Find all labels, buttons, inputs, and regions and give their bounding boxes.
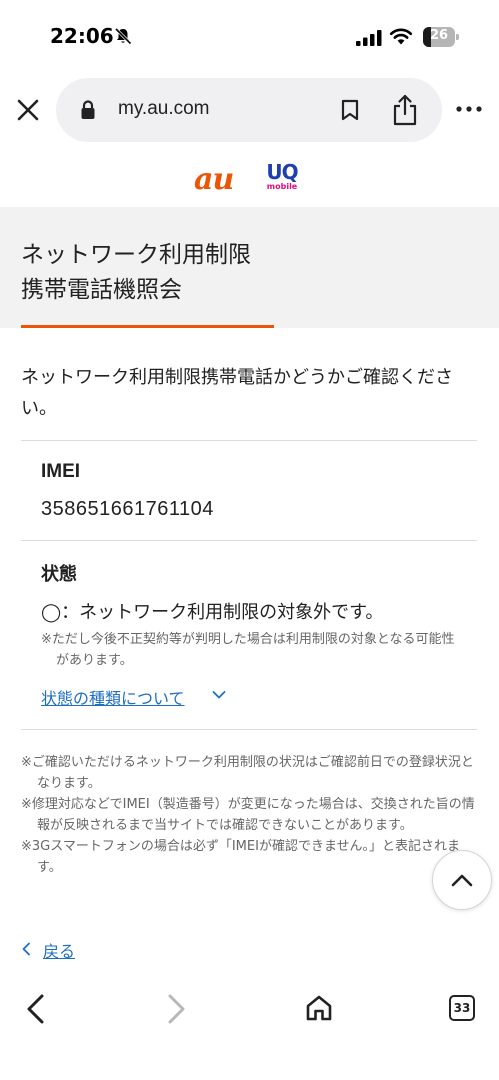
more-icon[interactable] xyxy=(455,99,483,119)
divider xyxy=(21,729,477,730)
status-note: ※ただし今後不正契約等が判明した場合は利用制限の対象となる可能性があります。 xyxy=(41,632,455,668)
imei-value: 358651661761104 xyxy=(41,498,214,520)
page-title-line2: 携帯電話機照会 xyxy=(21,277,182,303)
lock-icon xyxy=(81,100,95,119)
status-label: 状態 xyxy=(41,564,77,585)
status-value: ◯：ネットワーク利用制限の対象外です。 xyxy=(41,602,384,623)
note-item: ※修理対応などでIMEI（製造番号）が変更になった場合は、交換された旨の情報が反… xyxy=(21,797,475,833)
back-arrow-icon[interactable] xyxy=(24,994,46,1024)
page-title-band: ネットワーク利用制限 携帯電話機照会 xyxy=(0,207,499,328)
url-field[interactable]: my.au.com xyxy=(56,78,442,142)
battery-level-text: 26 xyxy=(429,28,449,43)
url-text: my.au.com xyxy=(118,98,210,119)
share-icon[interactable] xyxy=(392,94,418,126)
uq-mobile-logo[interactable]: UQ mobile xyxy=(262,160,302,196)
clock: 22:06 xyxy=(50,24,114,48)
status-types-link[interactable]: 状態の種類について xyxy=(41,685,185,709)
scroll-to-top-button[interactable] xyxy=(432,850,492,910)
chevron-up-icon xyxy=(451,874,473,887)
back-link[interactable]: 戻る xyxy=(43,938,75,962)
note-item: ※3Gスマートフォンの場合は必ず「IMEIが確認できません。」と表記されます。 xyxy=(21,839,461,875)
imei-label: IMEI xyxy=(41,461,81,482)
uq-logo-subtext: mobile xyxy=(266,182,298,191)
intro-text: ネットワーク利用制限携帯電話かどうかご確認ください。 xyxy=(21,367,453,419)
page-title-line1: ネットワーク利用制限 xyxy=(21,242,251,268)
forward-arrow-icon[interactable] xyxy=(166,994,188,1024)
browser-toolbar: 33 xyxy=(0,978,499,1080)
divider xyxy=(21,540,477,541)
close-button[interactable] xyxy=(14,96,42,124)
battery-icon: 26 xyxy=(423,27,459,47)
brand-logos: au UQ mobile xyxy=(0,158,499,198)
chevron-left-icon xyxy=(22,942,30,956)
chevron-down-icon[interactable] xyxy=(212,690,226,700)
title-accent-underline xyxy=(21,325,274,328)
home-icon[interactable] xyxy=(305,994,333,1022)
note-item: ※ご確認いただけるネットワーク利用制限の状況はご確認前日での登録状況となります。 xyxy=(21,755,474,791)
bell-slash-icon xyxy=(114,27,132,45)
wifi-icon xyxy=(389,28,413,45)
notes-list: ※ご確認いただけるネットワーク利用制限の状況はご確認前日での登録状況となります。… xyxy=(21,752,481,878)
close-icon xyxy=(17,99,39,121)
divider xyxy=(21,440,477,441)
uq-logo-text: UQ xyxy=(266,160,298,184)
status-bar: 22:06 26 xyxy=(0,0,499,72)
bookmark-icon[interactable] xyxy=(340,99,360,121)
browser-address-bar: my.au.com xyxy=(0,76,499,144)
cellular-signal-icon xyxy=(356,30,382,46)
au-logo[interactable]: au xyxy=(194,162,234,197)
tabs-icon[interactable]: 33 xyxy=(449,995,475,1021)
